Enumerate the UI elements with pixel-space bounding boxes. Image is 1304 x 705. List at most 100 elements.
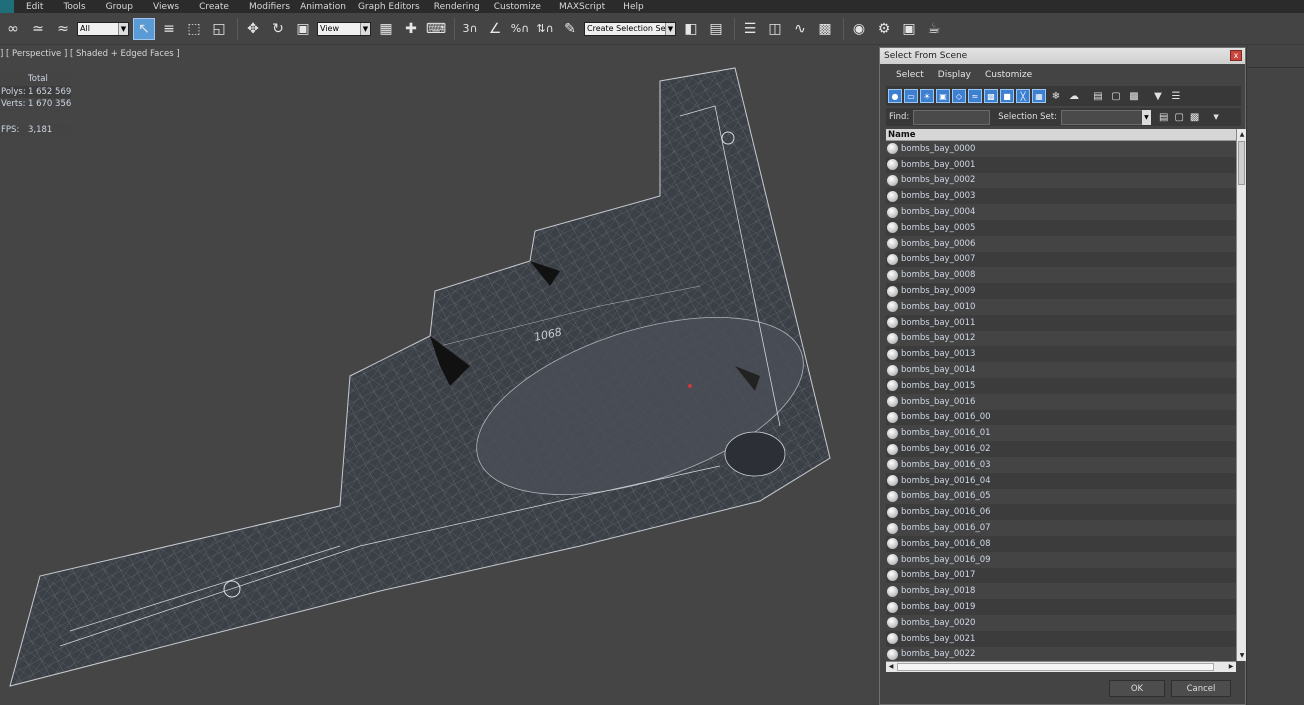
close-icon[interactable]: x bbox=[1230, 50, 1242, 61]
invert-display-icon[interactable]: ▩ bbox=[1126, 89, 1142, 103]
find-input[interactable] bbox=[913, 109, 991, 125]
named-selection-dropdown[interactable]: Create Selection Se ▼ bbox=[584, 21, 676, 36]
rect-selection-icon[interactable]: ⬚ bbox=[183, 18, 205, 40]
selection-filter-dropdown[interactable]: All ▼ bbox=[77, 21, 129, 36]
edit-named-selection-icon[interactable]: ✎ bbox=[559, 18, 581, 40]
horizontal-scrollbar[interactable]: ◀ ▶ bbox=[886, 661, 1236, 672]
cameras-filter-icon[interactable]: ▣ bbox=[936, 89, 950, 103]
dialog-title-bar[interactable]: Select From Scene x bbox=[880, 48, 1245, 64]
list-item[interactable]: bombs_bay_0016_03 bbox=[886, 456, 1236, 473]
list-item[interactable]: bombs_bay_0016_01 bbox=[886, 425, 1236, 442]
hidden-icon[interactable]: ☁ bbox=[1066, 89, 1082, 103]
list-item[interactable]: bombs_bay_0011 bbox=[886, 314, 1236, 331]
containers-filter-icon[interactable]: ▦ bbox=[1032, 89, 1046, 103]
list-item[interactable]: bombs_bay_0003 bbox=[886, 188, 1236, 205]
helpers-filter-icon[interactable]: ◇ bbox=[952, 89, 966, 103]
list-item[interactable]: bombs_bay_0017 bbox=[886, 567, 1236, 584]
list-item[interactable]: bombs_bay_0016_04 bbox=[886, 472, 1236, 489]
filter-settings-icon[interactable]: ☰ bbox=[1168, 89, 1184, 103]
menu-tools[interactable]: Tools bbox=[63, 2, 85, 12]
render-icon[interactable]: ☕ bbox=[923, 18, 945, 40]
bind-spacewarp-icon[interactable]: ≈ bbox=[52, 18, 74, 40]
list-item[interactable]: bombs_bay_0015 bbox=[886, 377, 1236, 394]
link-icon[interactable]: ∞ bbox=[2, 18, 24, 40]
render-setup-icon[interactable]: ⚙ bbox=[873, 18, 895, 40]
list-item[interactable]: bombs_bay_0012 bbox=[886, 330, 1236, 347]
reference-coord-dropdown[interactable]: View ▼ bbox=[317, 21, 371, 36]
select-invert-icon[interactable]: ▩ bbox=[1190, 112, 1199, 123]
list-item[interactable]: bombs_bay_0019 bbox=[886, 599, 1236, 615]
list-item[interactable]: bombs_bay_0007 bbox=[886, 251, 1236, 268]
scale-icon[interactable]: ▣ bbox=[292, 18, 314, 40]
ok-button[interactable]: OK bbox=[1109, 680, 1165, 697]
menu-rendering[interactable]: Rendering bbox=[434, 2, 480, 12]
angle-snap-icon[interactable]: ∠ bbox=[484, 18, 506, 40]
display-none-icon[interactable]: ▢ bbox=[1108, 89, 1124, 103]
menu-customize[interactable]: Customize bbox=[494, 2, 541, 12]
app-logo-icon[interactable] bbox=[0, 0, 14, 13]
align-icon[interactable]: ▤ bbox=[705, 18, 727, 40]
list-item[interactable]: bombs_bay_0013 bbox=[886, 346, 1236, 363]
keyboard-shortcut-icon[interactable]: ⌨ bbox=[425, 18, 447, 40]
list-item[interactable]: bombs_bay_0016 bbox=[886, 393, 1236, 410]
menu-modifiers[interactable]: Modifiers bbox=[249, 2, 290, 12]
vertical-scrollbar[interactable]: ▲ ▼ bbox=[1236, 129, 1246, 661]
percent-snap-icon[interactable]: %∩ bbox=[509, 18, 531, 40]
xrefs-filter-icon[interactable]: ■ bbox=[1000, 89, 1014, 103]
list-item[interactable]: bombs_bay_0016_06 bbox=[886, 504, 1236, 521]
list-item[interactable]: bombs_bay_0016_05 bbox=[886, 488, 1236, 505]
groups-filter-icon[interactable]: ▩ bbox=[984, 89, 998, 103]
list-item[interactable]: bombs_bay_0009 bbox=[886, 283, 1236, 299]
lights-filter-icon[interactable]: ☀ bbox=[920, 89, 934, 103]
select-object-icon[interactable]: ↖ bbox=[133, 17, 155, 40]
list-item[interactable]: bombs_bay_0016_08 bbox=[886, 535, 1236, 552]
list-item[interactable]: bombs_bay_0002 bbox=[886, 172, 1236, 189]
spacewarps-filter-icon[interactable]: ≈ bbox=[968, 89, 982, 103]
select-by-name-icon[interactable]: ≡ bbox=[158, 18, 180, 40]
list-item[interactable]: bombs_bay_0020 bbox=[886, 614, 1236, 631]
material-editor-icon[interactable]: ◉ bbox=[848, 18, 870, 40]
frozen-icon[interactable]: ❄ bbox=[1048, 89, 1064, 103]
unlink-icon[interactable]: ≃ bbox=[27, 18, 49, 40]
list-item[interactable]: bombs_bay_0016_07 bbox=[886, 520, 1236, 536]
scrollbar-thumb[interactable] bbox=[897, 663, 1214, 671]
display-all-icon[interactable]: ▤ bbox=[1090, 89, 1106, 103]
cancel-button[interactable]: Cancel bbox=[1171, 680, 1231, 697]
dialog-menu-display[interactable]: Display bbox=[938, 70, 971, 80]
scroll-left-icon[interactable]: ◀ bbox=[886, 662, 896, 672]
list-item[interactable]: bombs_bay_0004 bbox=[886, 204, 1236, 220]
mirror-icon[interactable]: ◧ bbox=[680, 18, 702, 40]
scroll-right-icon[interactable]: ▶ bbox=[1226, 662, 1236, 672]
rendered-frame-icon[interactable]: ▣ bbox=[898, 18, 920, 40]
list-item[interactable]: bombs_bay_0016_09 bbox=[886, 551, 1236, 568]
list-item[interactable]: bombs_bay_0014 bbox=[886, 362, 1236, 378]
dialog-menu-customize[interactable]: Customize bbox=[985, 70, 1032, 80]
rotate-icon[interactable]: ↻ bbox=[267, 18, 289, 40]
list-item[interactable]: bombs_bay_0010 bbox=[886, 298, 1236, 315]
filter-icon[interactable]: ▼ bbox=[1150, 89, 1166, 103]
list-item[interactable]: bombs_bay_0000 bbox=[886, 141, 1236, 157]
list-item[interactable]: bombs_bay_0016_02 bbox=[886, 441, 1236, 457]
menu-create[interactable]: Create bbox=[199, 2, 229, 12]
column-header-name[interactable]: Name bbox=[886, 129, 1236, 141]
viewport-label[interactable]: ] [ Perspective ] [ Shaded + Edged Faces… bbox=[0, 49, 180, 59]
spinner-snap-icon[interactable]: ⇅∩ bbox=[534, 18, 556, 40]
list-item[interactable]: bombs_bay_0016_00 bbox=[886, 409, 1236, 426]
schematic-view-icon[interactable]: ▩ bbox=[814, 18, 836, 40]
window-crossing-icon[interactable]: ◱ bbox=[208, 18, 230, 40]
snap-3d-icon[interactable]: 3∩ bbox=[459, 18, 481, 40]
list-item[interactable]: bombs_bay_0008 bbox=[886, 267, 1236, 284]
options-chevron-icon[interactable]: ▼ bbox=[1213, 113, 1218, 121]
menu-maxscript[interactable]: MAXScript bbox=[559, 2, 605, 12]
list-item[interactable]: bombs_bay_0005 bbox=[886, 219, 1236, 236]
menu-edit[interactable]: Edit bbox=[26, 2, 43, 12]
geometry-filter-icon[interactable]: ● bbox=[888, 89, 902, 103]
scroll-down-icon[interactable]: ▼ bbox=[1237, 650, 1247, 661]
list-item[interactable]: bombs_bay_0022 bbox=[886, 646, 1236, 663]
list-item[interactable]: bombs_bay_0021 bbox=[886, 630, 1236, 647]
menu-help[interactable]: Help bbox=[623, 2, 644, 12]
menu-views[interactable]: Views bbox=[153, 2, 179, 12]
menu-group[interactable]: Group bbox=[106, 2, 133, 12]
menu-animation[interactable]: Animation bbox=[300, 2, 346, 12]
list-item[interactable]: bombs_bay_0018 bbox=[886, 583, 1236, 600]
